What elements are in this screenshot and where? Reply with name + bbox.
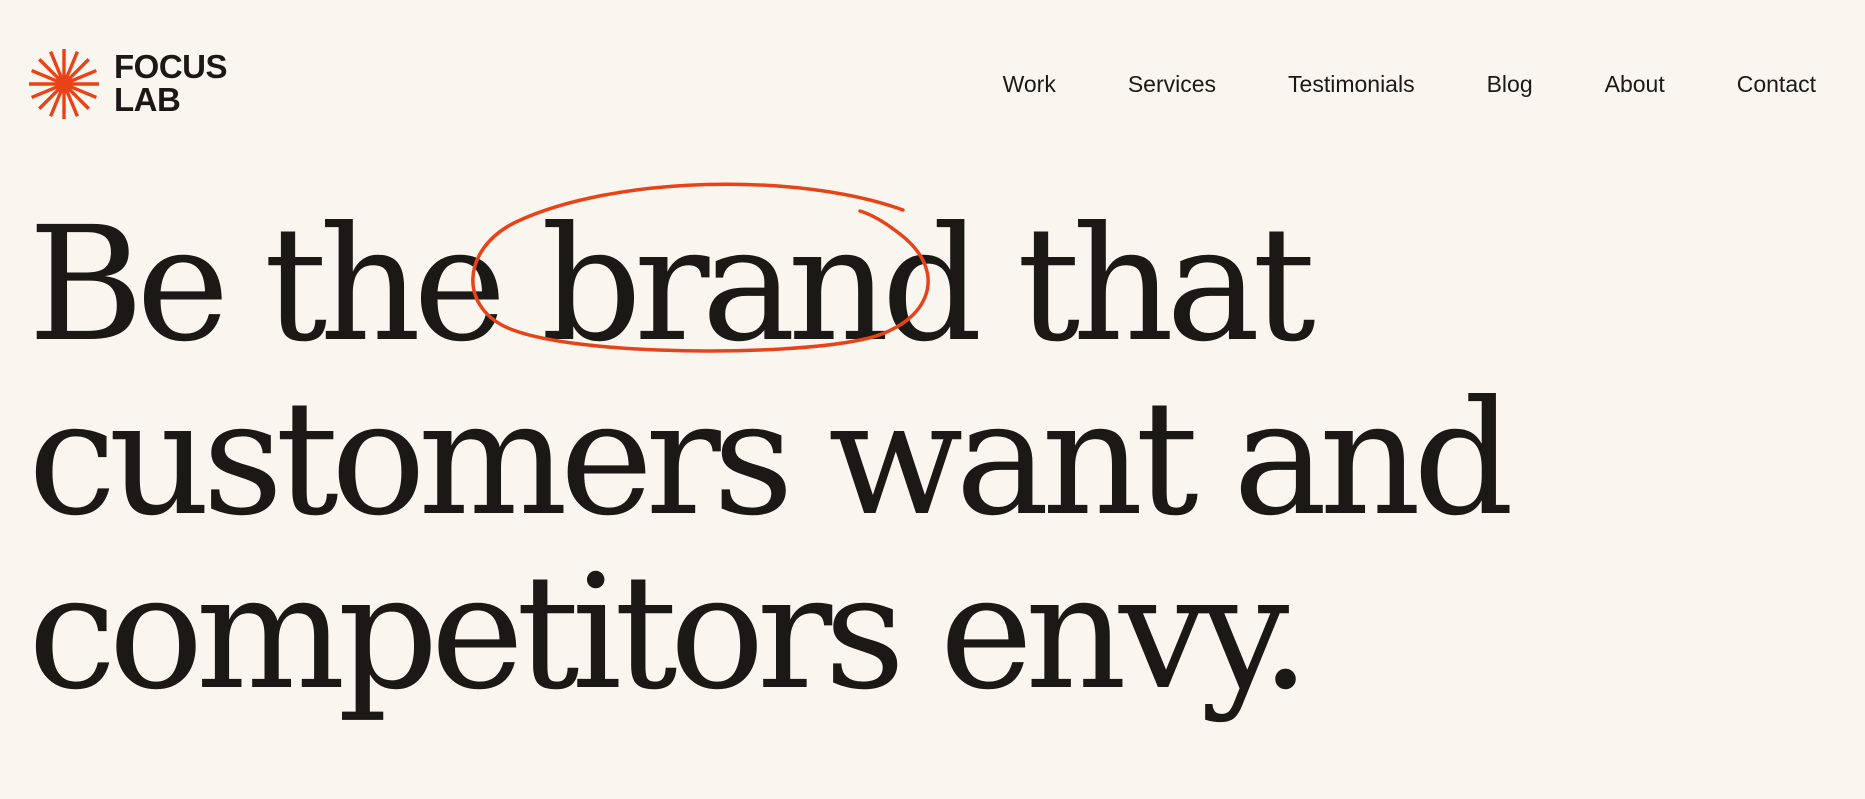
sunburst-center xyxy=(55,75,73,93)
hero-headline: Be the brand that customers want and com… xyxy=(28,182,1748,725)
logo-line-2: LAB xyxy=(114,81,181,118)
highlighted-word: brand xyxy=(540,193,983,377)
site-header: FOCUS LAB Work Services Testimonials Blo… xyxy=(0,0,1865,140)
nav-link-work[interactable]: Work xyxy=(1003,68,1056,100)
logo-wordmark: FOCUS LAB xyxy=(114,48,228,118)
nav-link-about[interactable]: About xyxy=(1605,68,1665,100)
hero-line-3: competitors envy. xyxy=(28,541,1311,725)
hero-line-1: Be the brand that xyxy=(28,198,1748,372)
nav-link-testimonials[interactable]: Testimonials xyxy=(1288,68,1415,100)
nav-link-blog[interactable]: Blog xyxy=(1487,68,1533,100)
main-nav: Work Services Testimonials Blog About Co… xyxy=(1003,68,1816,100)
nav-link-services[interactable]: Services xyxy=(1128,68,1216,100)
hero-line-1-start: Be the xyxy=(28,193,541,377)
hero-line-1-end: that xyxy=(974,193,1316,377)
sunburst-icon xyxy=(29,49,99,119)
hero-line-2: customers want and xyxy=(28,367,1514,551)
logo-line-1: FOCUS xyxy=(114,48,228,85)
nav-link-contact[interactable]: Contact xyxy=(1737,68,1816,100)
